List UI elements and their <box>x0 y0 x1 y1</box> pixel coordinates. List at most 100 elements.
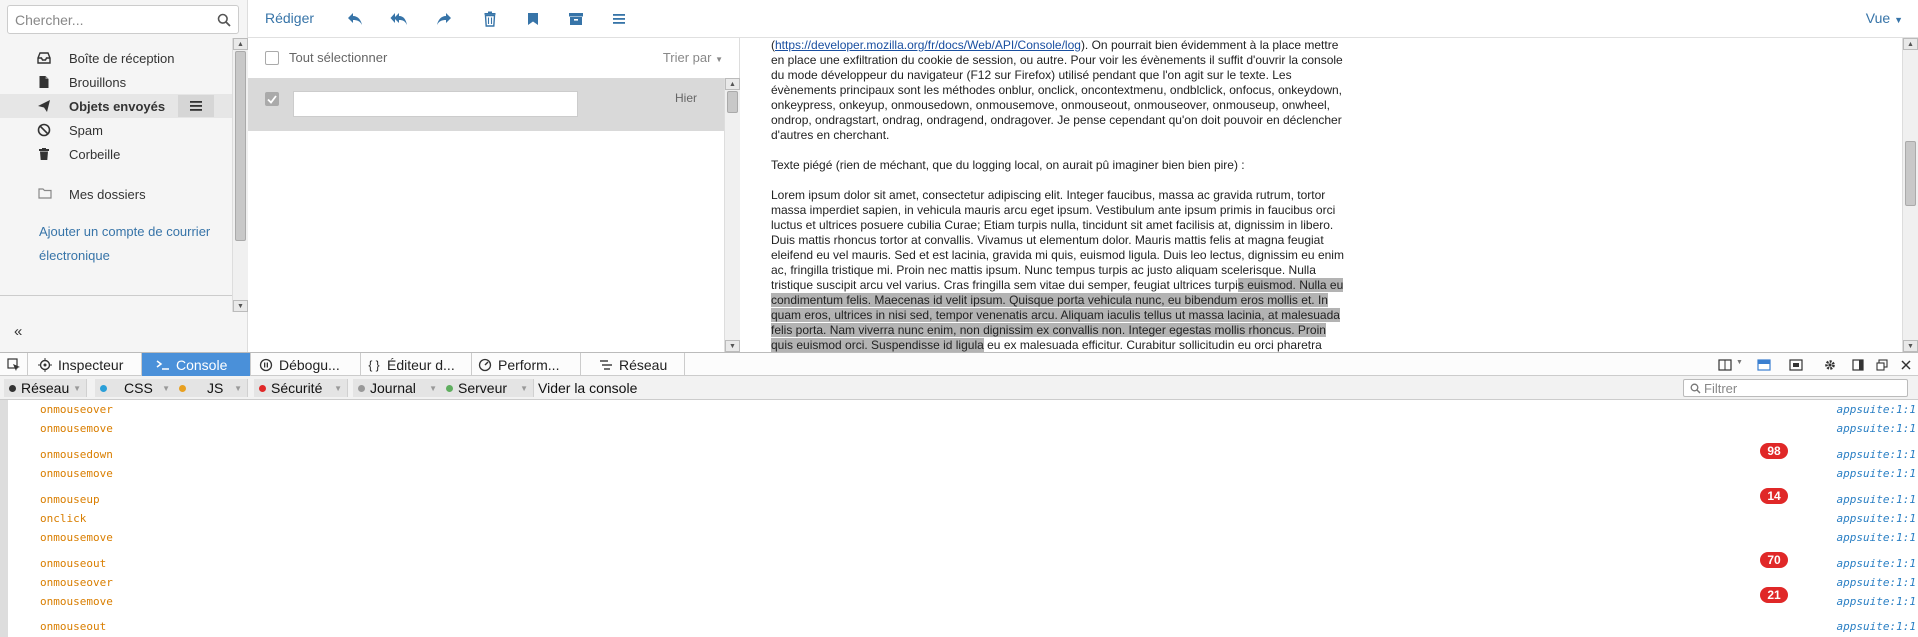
send-icon <box>37 99 51 113</box>
scroll-down-arrow-icon[interactable]: ▼ <box>1903 340 1918 352</box>
console-source-link[interactable]: appsuite:1:1 <box>1837 493 1916 506</box>
scroll-down-arrow-icon[interactable]: ▼ <box>233 300 248 312</box>
mail-toolbar: Rédiger Vue ▼ <box>248 0 1918 38</box>
compose-button[interactable]: Rédiger <box>265 10 314 26</box>
filter-label: Réseau <box>21 380 70 396</box>
console-source-link[interactable]: appsuite:1:1 <box>1837 620 1916 633</box>
filter-label: Journal <box>370 380 416 396</box>
console-source-link[interactable]: appsuite:1:1 <box>1837 595 1916 608</box>
mail-app: Boîte de réception Brouillons Objets env… <box>0 0 1918 352</box>
console-filter-input[interactable] <box>1684 380 1907 396</box>
tab-inspector[interactable]: Inspecteur <box>28 353 142 376</box>
sidebar-scrollbar[interactable]: ▲ ▼ <box>232 38 248 312</box>
folder-spam[interactable]: Spam <box>0 118 232 142</box>
console-message-row: onmouseup appsuite:1:1 <box>8 490 1918 509</box>
console-source-link[interactable]: appsuite:1:1 <box>1837 403 1916 416</box>
draft-file-icon <box>37 75 51 89</box>
scrollbar-thumb[interactable] <box>1905 141 1916 206</box>
console-source-link[interactable]: appsuite:1:1 <box>1837 512 1916 525</box>
mail-paragraph: (https://developer.mozilla.org/fr/docs/W… <box>771 38 1343 142</box>
search-icon[interactable] <box>217 13 231 27</box>
console-source-link[interactable]: appsuite:1:1 <box>1837 557 1916 570</box>
console-source-link[interactable]: appsuite:1:1 <box>1837 448 1916 461</box>
search-input[interactable] <box>8 6 208 33</box>
tab-performance[interactable]: Perform... <box>472 353 581 376</box>
filter-network-button[interactable]: Réseau ▼ <box>4 379 87 397</box>
scroll-down-arrow-icon[interactable]: ▼ <box>725 340 740 352</box>
more-actions-icon[interactable] <box>609 9 629 29</box>
folder-label: Spam <box>69 122 103 138</box>
console-icon <box>156 358 170 372</box>
console-source-link[interactable]: appsuite:1:1 <box>1837 531 1916 544</box>
console-filter-box[interactable] <box>1683 379 1908 397</box>
reply-icon[interactable] <box>345 9 365 29</box>
tab-style-editor[interactable]: { } Éditeur d... <box>361 353 472 376</box>
search-box[interactable] <box>7 5 239 34</box>
scroll-up-arrow-icon[interactable]: ▲ <box>725 78 740 90</box>
reading-pane-scrollbar[interactable]: ▲ ▼ <box>1902 38 1918 352</box>
chevron-down-icon[interactable]: ▼ <box>1736 359 1743 366</box>
folder-inbox[interactable]: Boîte de réception <box>0 46 232 70</box>
tab-label: Réseau <box>619 356 668 373</box>
filter-css-button[interactable]: CSS ▼ <box>95 379 176 397</box>
tab-debugger[interactable]: Débogu... <box>251 353 361 376</box>
mail-link[interactable]: https://developer.mozilla.org/fr/docs/We… <box>775 38 1081 52</box>
sort-button[interactable]: Trier par ▼ <box>663 50 723 65</box>
screenshot-icon[interactable] <box>1788 357 1804 373</box>
console-source-link[interactable]: appsuite:1:1 <box>1837 467 1916 480</box>
archive-icon[interactable] <box>566 9 586 29</box>
tab-console[interactable]: Console <box>142 353 251 376</box>
mail-body: (https://developer.mozilla.org/fr/docs/W… <box>771 38 1351 352</box>
select-all-checkbox[interactable] <box>265 51 279 65</box>
folder-sidebar: Boîte de réception Brouillons Objets env… <box>0 0 248 352</box>
tab-network[interactable]: Réseau <box>581 353 685 376</box>
dock-side-icon[interactable] <box>1850 357 1866 373</box>
reply-all-icon[interactable] <box>389 9 409 29</box>
console-message-row: onmousemove 70 appsuite:1:1 <box>8 528 1918 568</box>
mail-list: Tout sélectionner Trier par ▼ Hier ▲ ▼ <box>248 38 740 352</box>
inbox-icon <box>37 51 51 65</box>
folder-label: Corbeille <box>69 146 121 162</box>
sidebar-divider <box>0 295 248 296</box>
scroll-up-arrow-icon[interactable]: ▲ <box>1903 38 1918 50</box>
console-message-text: onmouseup <box>40 493 100 506</box>
chevron-down-icon: ▼ <box>715 55 723 64</box>
scroll-up-arrow-icon[interactable]: ▲ <box>233 38 248 50</box>
clear-console-button[interactable]: Vider la console <box>533 379 637 397</box>
mail-list-item[interactable]: Hier <box>248 78 724 131</box>
close-icon[interactable] <box>1898 357 1914 373</box>
filter-security-button[interactable]: Sécurité ▼ <box>254 379 348 397</box>
filter-js-button[interactable]: JS ▼ <box>174 379 248 397</box>
my-folders[interactable]: Mes dossiers <box>0 182 232 206</box>
separate-window-icon[interactable] <box>1874 357 1890 373</box>
responsive-mode-icon[interactable] <box>1718 357 1734 373</box>
folder-drafts[interactable]: Brouillons <box>0 70 232 94</box>
collapse-sidebar-icon[interactable]: « <box>14 323 22 340</box>
mail-list-scrollbar[interactable]: ▲ ▼ <box>724 78 740 352</box>
console-source-link[interactable]: appsuite:1:1 <box>1837 576 1916 589</box>
mail-date: Hier <box>674 91 697 105</box>
gear-icon[interactable] <box>1822 357 1838 373</box>
scrollbar-thumb[interactable] <box>727 91 738 113</box>
split-console-icon[interactable] <box>1756 357 1772 373</box>
view-menu-button[interactable]: Vue ▼ <box>1866 10 1903 26</box>
select-all-label[interactable]: Tout sélectionner <box>289 50 387 65</box>
bookmark-icon[interactable] <box>523 9 543 29</box>
folder-menu-icon[interactable] <box>178 95 214 117</box>
folder-list: Boîte de réception Brouillons Objets env… <box>0 46 232 268</box>
filter-server-button[interactable]: Serveur ▼ <box>441 379 534 397</box>
folder-sent[interactable]: Objets envoyés <box>0 94 232 118</box>
console-source-link[interactable]: appsuite:1:1 <box>1837 422 1916 435</box>
mail-checkbox[interactable] <box>265 92 279 106</box>
folder-trash[interactable]: Corbeille <box>0 142 232 166</box>
delete-icon[interactable] <box>480 9 500 29</box>
filter-log-button[interactable]: Journal ▼ <box>353 379 443 397</box>
scrollbar-thumb[interactable] <box>235 51 246 241</box>
search-icon <box>1690 383 1701 394</box>
inspector-icon <box>38 357 52 372</box>
filter-label: Sécurité <box>271 380 323 396</box>
forward-icon[interactable] <box>434 9 454 29</box>
mail-text: ). On pourrait bien évidemment à la plac… <box>771 38 1343 142</box>
element-picker-icon[interactable] <box>0 353 28 376</box>
add-mail-account-link[interactable]: Ajouter un compte de courrier électroniq… <box>0 220 230 268</box>
